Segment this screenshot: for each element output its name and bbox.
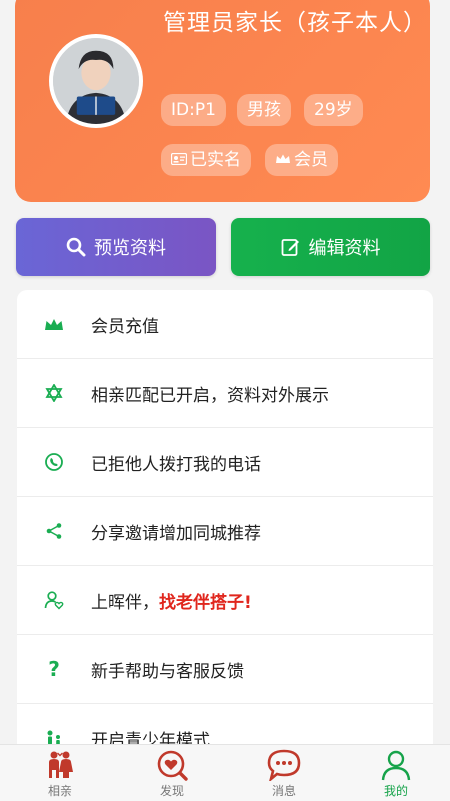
avatar[interactable] [49,34,143,128]
menu-item-companion[interactable]: 上晖伴， 找老伴搭子! [17,566,433,635]
edit-profile-label: 编辑资料 [308,238,381,259]
member-badge: 会员 [265,144,338,176]
id-card-icon [170,145,188,177]
verified-label: 已实名 [190,150,241,170]
age-chip: 29岁 [304,94,363,126]
avatar-image [53,38,139,124]
preview-profile-label: 预览资料 [94,238,166,259]
tab-discover[interactable]: 发现 [116,745,228,801]
user-outline-icon [380,749,412,781]
edit-icon [281,239,299,256]
profile-card: 管理员家长（孩子本人） ID:P1 男孩 29岁 已实名 会员 [15,0,430,202]
menu-item-label: 会员充值 [91,316,159,337]
user-id-chip: ID:P1 [161,94,226,126]
crown-icon [43,313,65,335]
menu-item-label: 已拒他人拨打我的电话 [91,454,261,475]
question-icon: ? [48,657,60,681]
bottom-tab-bar: 相亲 发现 消息 我的 [0,744,450,801]
menu-item-matching[interactable]: 相亲匹配已开启，资料对外展示 [17,359,433,428]
tab-blind-date[interactable]: 相亲 [4,745,116,801]
user-heart-icon [43,589,65,611]
menu-item-help-feedback[interactable]: ? 新手帮助与客服反馈 [17,635,433,704]
verified-badge: 已实名 [161,144,251,176]
edit-profile-button[interactable]: 编辑资料 [231,218,430,276]
menu-item-member-recharge[interactable]: 会员充值 [17,290,433,359]
discover-heart-icon [156,749,188,781]
profile-name: 管理员家长（孩子本人） [163,10,427,36]
share-icon [43,520,65,542]
member-label: 会员 [294,150,328,170]
message-bubble-icon [267,749,301,781]
menu-item-label: 分享邀请增加同城推荐 [91,523,261,544]
menu-item-call-block[interactable]: 已拒他人拨打我的电话 [17,428,433,497]
tab-label: 消息 [271,784,296,798]
whatsapp-phone-icon [43,451,65,473]
menu-item-label: 上晖伴， [91,592,159,613]
preview-profile-button[interactable]: 预览资料 [16,218,216,276]
star-of-david-icon [43,382,65,404]
couple-icon [45,749,75,781]
settings-menu: 会员充值 相亲匹配已开启，资料对外展示 已拒他人拨打我的电话 分享邀请增加同城推… [17,290,433,760]
crown-icon [275,145,291,177]
tab-label: 发现 [159,784,184,798]
tab-messages[interactable]: 消息 [228,745,340,801]
gender-chip: 男孩 [237,94,291,126]
search-icon [66,237,86,257]
tab-label: 相亲 [47,784,72,798]
menu-item-label: 新手帮助与客服反馈 [91,661,244,682]
tab-me[interactable]: 我的 [340,745,450,801]
menu-item-highlight: 找老伴搭子! [159,592,252,613]
tab-label: 我的 [383,784,408,798]
menu-item-share-invite[interactable]: 分享邀请增加同城推荐 [17,497,433,566]
menu-item-label: 相亲匹配已开启，资料对外展示 [91,385,329,406]
